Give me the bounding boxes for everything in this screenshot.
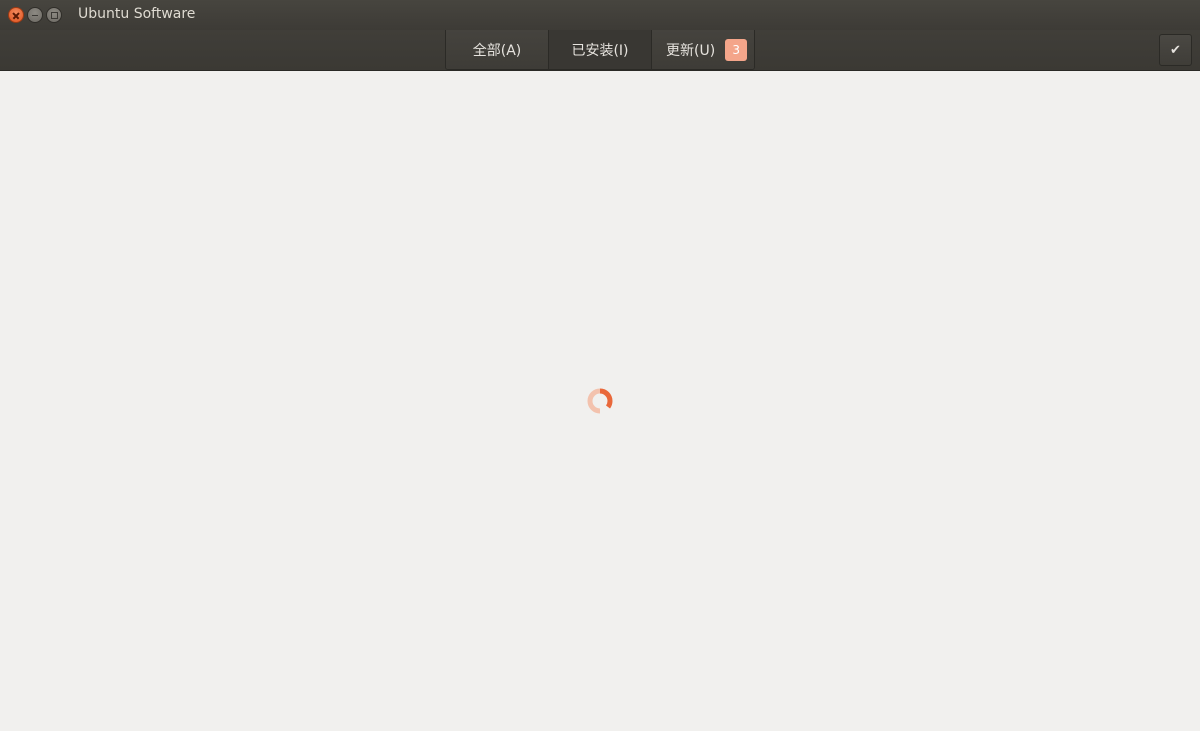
header-bar: 全部(A) 已安装(I) 更新(U) 3 ✔ <box>0 30 1200 71</box>
tab-installed[interactable]: 已安装(I) <box>549 30 652 69</box>
tab-all-label: 全部(A) <box>472 42 522 59</box>
maximize-icon[interactable] <box>46 7 62 23</box>
tab-updates[interactable]: 更新(U) 3 <box>652 30 754 69</box>
window-controls <box>8 7 62 23</box>
tab-updates-label: 更新(U) <box>666 42 716 59</box>
main-content <box>0 71 1200 731</box>
checkmark-icon: ✔ <box>1170 42 1181 58</box>
updates-count-badge: 3 <box>725 38 748 61</box>
tab-installed-label: 已安装(I) <box>571 42 629 59</box>
select-mode-button[interactable]: ✔ <box>1159 34 1192 66</box>
view-switcher: 全部(A) 已安装(I) 更新(U) 3 <box>445 30 755 70</box>
title-bar[interactable]: Ubuntu Software <box>0 0 1200 30</box>
close-icon[interactable] <box>8 7 24 23</box>
app-window: Ubuntu Software 全部(A) 已安装(I) 更新(U) 3 ✔ <box>0 0 1200 731</box>
loading-spinner-icon <box>587 388 613 414</box>
minimize-icon[interactable] <box>27 7 43 23</box>
tab-all[interactable]: 全部(A) <box>446 30 549 69</box>
window-title: Ubuntu Software <box>78 6 196 22</box>
